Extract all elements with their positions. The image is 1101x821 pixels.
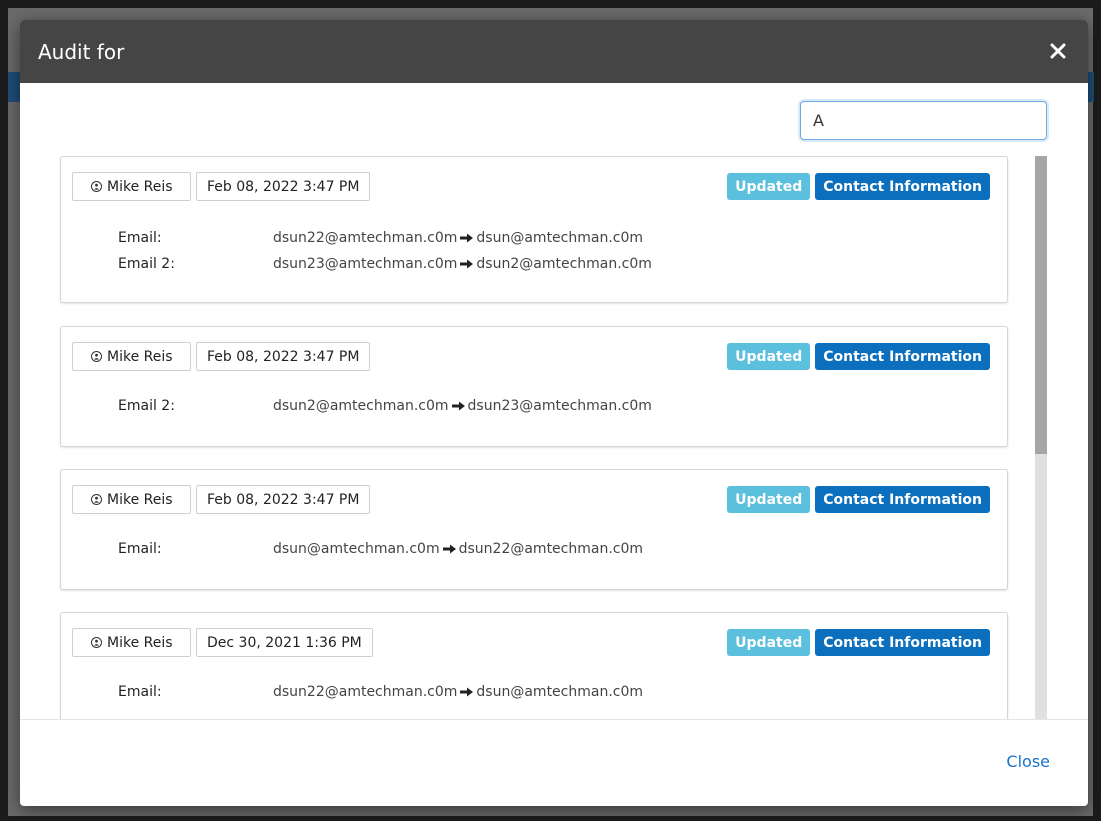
user-icon	[91, 494, 102, 505]
change-label: Email:	[118, 230, 162, 246]
arrow-right-icon	[460, 259, 474, 269]
modal-title: Audit for	[38, 39, 125, 64]
change-value: dsun22@amtechman.c0m dsun@amtechman.c0m	[273, 230, 643, 246]
new-value: dsun@amtechman.c0m	[476, 230, 644, 246]
new-value: dsun@amtechman.c0m	[476, 684, 644, 700]
change-row: Email 2: dsun23@amtechman.c0m dsun2@amte…	[118, 251, 652, 277]
audit-entry: Mike Reis Feb 08, 2022 3:47 PM Updated C…	[60, 469, 1008, 590]
close-button[interactable]: Close	[1006, 752, 1050, 771]
change-row: Email: dsun@amtechman.c0m dsun22@amtechm…	[118, 536, 643, 562]
old-value: dsun23@amtechman.c0m	[273, 256, 458, 272]
audit-entry: Mike Reis Feb 08, 2022 3:47 PM Updated C…	[60, 156, 1008, 303]
arrow-right-icon	[442, 544, 456, 554]
search-input[interactable]	[800, 101, 1047, 140]
user-icon	[91, 181, 102, 192]
change-list: Email 2: dsun2@amtechman.c0m dsun23@amte…	[118, 393, 652, 419]
scrollbar-thumb[interactable]	[1035, 156, 1047, 454]
action-badge: Updated	[727, 343, 811, 370]
action-badge: Updated	[727, 629, 811, 656]
date-chip: Feb 08, 2022 3:47 PM	[196, 172, 371, 201]
user-chip: Mike Reis	[72, 172, 191, 201]
arrow-right-icon	[460, 687, 474, 697]
change-list: Email: dsun22@amtechman.c0m dsun@amtechm…	[118, 679, 643, 705]
change-list: Email: dsun@amtechman.c0m dsun22@amtechm…	[118, 536, 643, 562]
section-badge: Contact Information	[815, 486, 990, 513]
section-badge: Contact Information	[815, 343, 990, 370]
change-value: dsun@amtechman.c0m dsun22@amtechman.c0m	[273, 541, 643, 557]
user-name: Mike Reis	[107, 491, 173, 508]
close-icon[interactable]	[1046, 39, 1070, 63]
audit-entry: Mike Reis Dec 30, 2021 1:36 PM Updated C…	[60, 612, 1008, 719]
change-row: Email: dsun22@amtechman.c0m dsun@amtechm…	[118, 679, 643, 705]
new-value: dsun2@amtechman.c0m	[476, 256, 652, 272]
audit-modal: Audit for Mike Reis Feb 08, 2022 3:47 PM…	[20, 20, 1088, 806]
audit-entry: Mike Reis Feb 08, 2022 3:47 PM Updated C…	[60, 326, 1008, 447]
user-icon	[91, 637, 102, 648]
section-badge: Contact Information	[815, 629, 990, 656]
user-name: Mike Reis	[107, 178, 173, 195]
user-name: Mike Reis	[107, 348, 173, 365]
change-value: dsun22@amtechman.c0m dsun@amtechman.c0m	[273, 684, 643, 700]
change-list: Email: dsun22@amtechman.c0m dsun@amtechm…	[118, 225, 652, 277]
arrow-right-icon	[451, 401, 465, 411]
scrollbar[interactable]	[1035, 156, 1047, 719]
section-badge: Contact Information	[815, 173, 990, 200]
modal-footer: Close	[20, 719, 1088, 806]
old-value: dsun@amtechman.c0m	[273, 541, 440, 557]
arrow-right-icon	[460, 233, 474, 243]
old-value: dsun22@amtechman.c0m	[273, 230, 458, 246]
new-value: dsun22@amtechman.c0m	[458, 541, 644, 557]
user-chip: Mike Reis	[72, 342, 191, 371]
change-row: Email: dsun22@amtechman.c0m dsun@amtechm…	[118, 225, 652, 251]
change-value: dsun2@amtechman.c0m dsun23@amtechman.c0m	[273, 398, 652, 414]
user-chip: Mike Reis	[72, 628, 191, 657]
change-row: Email 2: dsun2@amtechman.c0m dsun23@amte…	[118, 393, 652, 419]
new-value: dsun23@amtechman.c0m	[467, 398, 652, 414]
date-chip: Feb 08, 2022 3:47 PM	[196, 342, 371, 371]
user-chip: Mike Reis	[72, 485, 191, 514]
audit-list[interactable]: Mike Reis Feb 08, 2022 3:47 PM Updated C…	[20, 156, 1088, 719]
change-value: dsun23@amtechman.c0m dsun2@amtechman.c0m	[273, 256, 652, 272]
user-icon	[91, 351, 102, 362]
change-label: Email:	[118, 541, 162, 557]
old-value: dsun22@amtechman.c0m	[273, 684, 458, 700]
date-chip: Feb 08, 2022 3:47 PM	[196, 485, 371, 514]
date-chip: Dec 30, 2021 1:36 PM	[196, 628, 373, 657]
change-label: Email 2:	[118, 256, 175, 272]
user-name: Mike Reis	[107, 634, 173, 651]
old-value: dsun2@amtechman.c0m	[273, 398, 449, 414]
change-label: Email:	[118, 684, 162, 700]
action-badge: Updated	[727, 173, 811, 200]
modal-header: Audit for	[20, 20, 1088, 83]
action-badge: Updated	[727, 486, 811, 513]
change-label: Email 2:	[118, 398, 175, 414]
